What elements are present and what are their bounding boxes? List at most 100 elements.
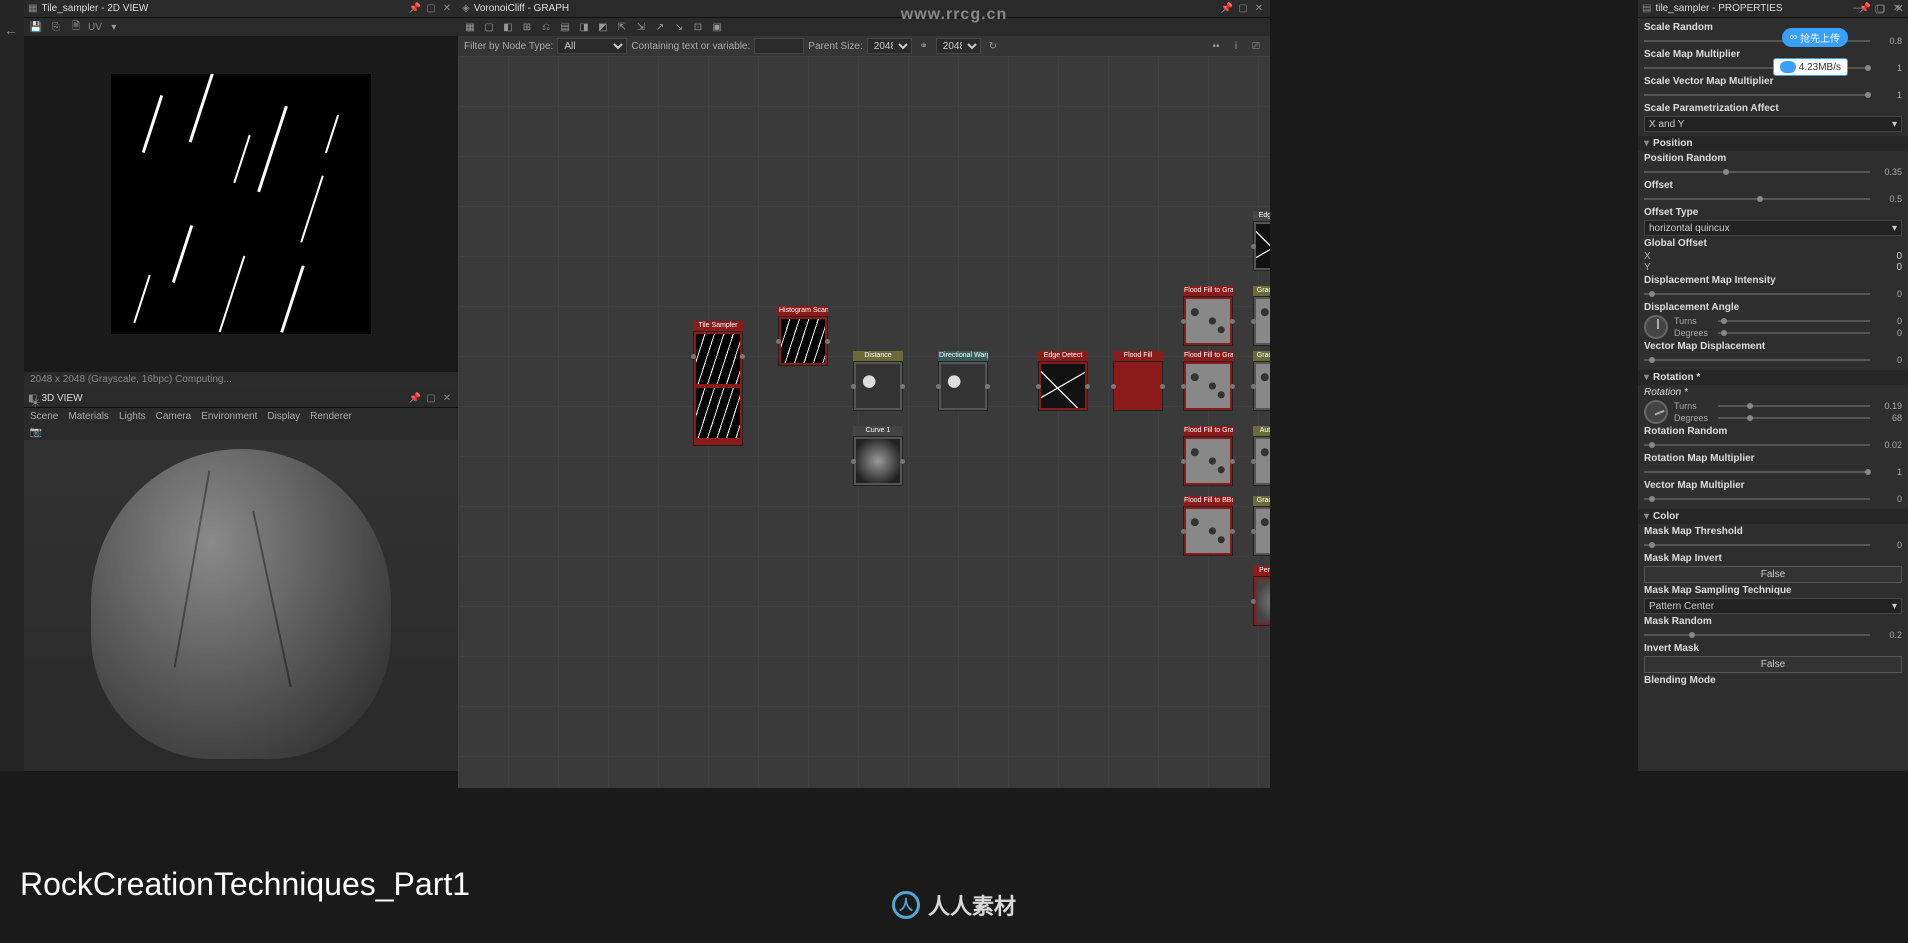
rotation-turns-slider[interactable] [1718, 405, 1870, 407]
vec-map-disp-label: Vector Map Displacement [1644, 341, 1902, 352]
vec-map-disp-slider[interactable] [1644, 359, 1870, 361]
chevron-down-icon[interactable]: ▾ [1644, 372, 1649, 383]
sun-icon[interactable]: ☀ [30, 396, 41, 410]
rotation-random-slider[interactable] [1644, 444, 1870, 446]
size-select[interactable]: 2048 [936, 38, 981, 54]
position-random-slider[interactable] [1644, 171, 1870, 173]
menu-scene[interactable]: Scene [30, 411, 58, 422]
maximize-icon[interactable]: ▢ [1236, 2, 1250, 16]
dropdown-icon[interactable]: ▾ [106, 19, 122, 35]
tool-9[interactable]: ⇱ [614, 19, 630, 35]
view3d-menubar: Scene Materials Lights Camera Environmen… [24, 408, 458, 424]
mask-threshold-slider[interactable] [1644, 544, 1870, 546]
close-icon[interactable]: ✕ [1895, 2, 1904, 15]
upload-button[interactable]: ∞抢先上传 [1782, 28, 1848, 47]
menu-display[interactable]: Display [267, 411, 300, 422]
scale-param-affect-select[interactable]: X and Y▾ [1644, 116, 1902, 132]
node-gradient-2[interactable]: Gradient Map [1253, 351, 1270, 411]
menu-lights[interactable]: Lights [119, 411, 146, 422]
menu-environment[interactable]: Environment [201, 411, 257, 422]
tool-5[interactable]: ⎌ [538, 19, 554, 35]
node-auto-levels[interactable]: Auto Levels [1253, 426, 1270, 486]
minimize-icon[interactable]: — [1853, 2, 1864, 15]
view-2-icon[interactable]: i [1228, 38, 1244, 54]
graph-canvas[interactable]: Tile Sampler Histogram Scan Distance Cur… [458, 56, 1270, 788]
node-ff-bbox[interactable]: Flood Fill to BBox [1183, 496, 1233, 556]
node-ff-grad-1[interactable]: Flood Fill to Gra... [1183, 286, 1233, 346]
disp-intensity-slider[interactable] [1644, 293, 1870, 295]
section-rotation: Rotation * [1653, 372, 1700, 383]
node-gradient-1[interactable]: Gradient Map [1253, 286, 1270, 346]
mask-invert-button[interactable]: False [1644, 566, 1902, 583]
offset-slider[interactable] [1644, 198, 1870, 200]
camera-icon[interactable]: 📷 [28, 424, 44, 440]
filter-type-select[interactable]: All [557, 38, 627, 54]
close-icon[interactable]: ✕ [1252, 2, 1266, 16]
vec-map-mult-slider[interactable] [1644, 498, 1870, 500]
node-edge-detect[interactable]: Edge Detect [1038, 351, 1088, 411]
back-arrow-icon[interactable]: ← [4, 22, 18, 38]
node-tile-sampler[interactable]: Tile Sampler [693, 321, 743, 446]
menu-camera[interactable]: Camera [156, 411, 192, 422]
node-gradient-3[interactable]: Gradient Map [1253, 496, 1270, 556]
maximize-icon[interactable]: ▢ [1874, 2, 1884, 15]
disp-turns-slider[interactable] [1718, 320, 1870, 322]
invert-mask-button[interactable]: False [1644, 656, 1902, 673]
node-perlin[interactable]: Perlin Noise [1253, 566, 1270, 626]
save-icon[interactable]: 💾 [28, 19, 44, 35]
node-dir-warp[interactable]: Directional Warp [938, 351, 988, 411]
pin-icon[interactable]: 📌 [408, 2, 422, 16]
pin-icon[interactable]: 📌 [408, 392, 422, 406]
mask-random-slider[interactable] [1644, 634, 1870, 636]
close-icon[interactable]: ✕ [440, 392, 454, 406]
tool-8[interactable]: ◩ [595, 19, 611, 35]
parent-size-select[interactable]: 2048 [867, 38, 912, 54]
node-curve[interactable]: Curve 1 [853, 426, 903, 486]
maximize-icon[interactable]: ▢ [424, 2, 438, 16]
disp-deg-slider[interactable] [1718, 332, 1870, 334]
tool-6[interactable]: ▤ [557, 19, 573, 35]
view3d-canvas[interactable]: ☀ [24, 440, 458, 768]
tool-4[interactable]: ⊞ [519, 19, 535, 35]
cloud-icon [1780, 61, 1796, 73]
maximize-icon[interactable]: ▢ [424, 392, 438, 406]
menu-renderer[interactable]: Renderer [310, 411, 352, 422]
offset-type-select[interactable]: horizontal quincux▾ [1644, 220, 1902, 236]
view-3-icon[interactable]: ⎚ [1248, 38, 1264, 54]
tool-11[interactable]: ↗ [652, 19, 668, 35]
disp-angle-dial[interactable] [1644, 315, 1668, 339]
rotation-map-mult-label: Rotation Map Multiplier [1644, 453, 1902, 464]
pin-icon[interactable]: 📌 [1220, 2, 1234, 16]
tool-2[interactable]: ▢ [481, 19, 497, 35]
node-histogram[interactable]: Histogram Scan [778, 306, 828, 366]
rotation-map-mult-slider[interactable] [1644, 471, 1870, 473]
tool-3[interactable]: ◧ [500, 19, 516, 35]
refresh-icon[interactable]: ↻ [985, 38, 1001, 54]
node-edge-2[interactable]: Edge Detect [1253, 211, 1270, 271]
tool-10[interactable]: ⇲ [633, 19, 649, 35]
filter-text-input[interactable] [754, 38, 804, 54]
chevron-down-icon[interactable]: ▾ [1644, 138, 1649, 149]
tool-7[interactable]: ◨ [576, 19, 592, 35]
rotation-random-label: Rotation Random [1644, 426, 1902, 437]
tool-1[interactable]: ▦ [462, 19, 478, 35]
doc-icon[interactable]: 🗎 [68, 19, 84, 35]
link-icon[interactable]: ⚭ [916, 38, 932, 54]
chevron-down-icon[interactable]: ▾ [1644, 511, 1649, 522]
tool-12[interactable]: ↘ [671, 19, 687, 35]
close-icon[interactable]: ✕ [440, 2, 454, 16]
node-ff-grad-2[interactable]: Flood Fill to Gra... [1183, 351, 1233, 411]
node-flood-fill[interactable]: Flood Fill [1113, 351, 1163, 411]
view-1-icon[interactable]: •• [1208, 38, 1224, 54]
rotation-deg-slider[interactable] [1718, 417, 1870, 419]
view2d-canvas[interactable] [24, 36, 458, 372]
node-distance[interactable]: Distance [853, 351, 903, 411]
mask-sampling-select[interactable]: Pattern Center▾ [1644, 598, 1902, 614]
tool-13[interactable]: ⊡ [690, 19, 706, 35]
rotation-dial[interactable] [1640, 396, 1671, 427]
copy-icon[interactable]: ⎘ [48, 19, 64, 35]
menu-materials[interactable]: Materials [68, 411, 109, 422]
tool-14[interactable]: ▣ [709, 19, 725, 35]
scale-vec-map-mult-slider[interactable] [1644, 94, 1870, 96]
node-ff-grad-3[interactable]: Flood Fill to Gra... [1183, 426, 1233, 486]
